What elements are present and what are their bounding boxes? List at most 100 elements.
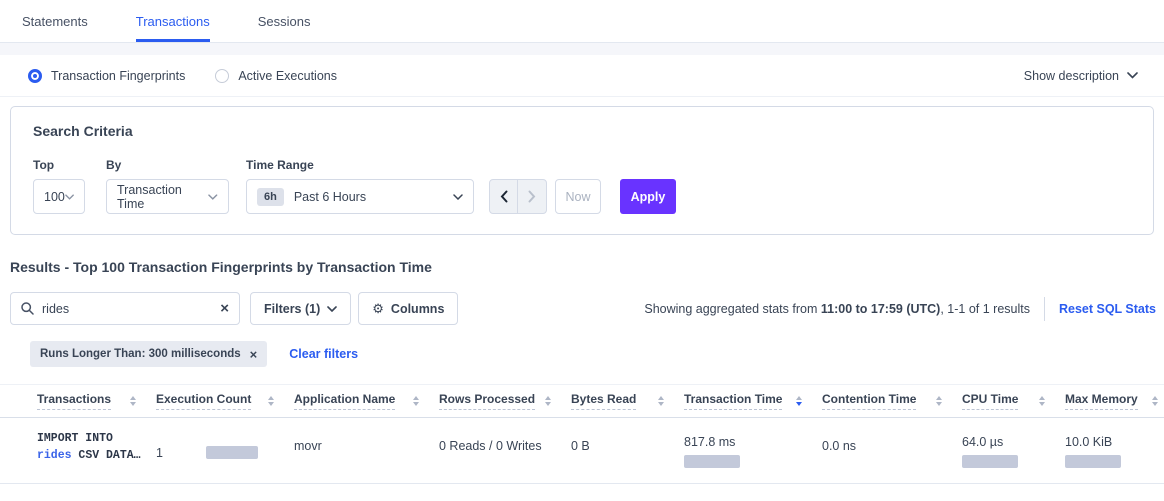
apply-button[interactable]: Apply — [620, 179, 676, 214]
aggregated-stats-text: Showing aggregated stats from 11:00 to 1… — [644, 302, 1030, 316]
top-select[interactable]: 100 — [33, 179, 85, 214]
column-header-transaction-time[interactable]: Transaction Time — [684, 392, 822, 410]
clear-search-icon[interactable]: × — [220, 301, 229, 316]
gear-icon: ⚙ — [372, 301, 384, 317]
search-input[interactable] — [42, 302, 212, 316]
remove-filter-icon[interactable]: × — [250, 348, 258, 361]
chevron-down-icon — [453, 194, 463, 200]
column-header-label: CPU Time — [962, 392, 1018, 410]
radio-active-executions-label: Active Executions — [238, 69, 337, 83]
cpu-time-bar — [962, 455, 1018, 468]
table-row: IMPORT INTO rides CSV DATA… 1 movr 0 Rea… — [0, 418, 1164, 484]
column-header-contention-time[interactable]: Contention Time — [822, 392, 962, 410]
filter-chip-label: Runs Longer Than: 300 milliseconds — [40, 348, 241, 360]
radio-transaction-fingerprints[interactable]: Transaction Fingerprints — [28, 69, 185, 83]
transaction-table-name: rides — [37, 449, 72, 462]
stats-time-range: 11:00 to 17:59 (UTC) — [821, 302, 940, 316]
tab-statements[interactable]: Statements — [22, 0, 88, 42]
time-range-value: Past 6 Hours — [294, 190, 366, 204]
column-header-bytes-read[interactable]: Bytes Read — [571, 392, 684, 410]
tab-transactions[interactable]: Transactions — [136, 0, 210, 42]
by-label: By — [106, 158, 246, 172]
execution-count-bar — [206, 446, 258, 459]
chevron-down-icon — [327, 306, 337, 312]
radio-selected-icon[interactable] — [28, 69, 42, 83]
time-range-select[interactable]: 6h Past 6 Hours — [246, 179, 474, 214]
sort-icon-active-desc[interactable] — [796, 396, 802, 406]
rows-processed-cell: 0 Reads / 0 Writes — [439, 430, 571, 468]
column-header-label: Application Name — [294, 392, 395, 410]
cpu-time-value: 64.0 µs — [962, 435, 1065, 449]
transaction-time-value: 817.8 ms — [684, 435, 822, 449]
max-memory-cell: 10.0 KiB — [1065, 430, 1164, 468]
sort-icon[interactable] — [268, 396, 274, 406]
chevron-right-icon — [528, 190, 536, 203]
application-name-cell: movr — [294, 430, 439, 468]
table-header-row: Transactions Execution Count Application… — [0, 385, 1164, 418]
column-header-application-name[interactable]: Application Name — [294, 392, 439, 410]
by-select[interactable]: Transaction Time — [106, 179, 229, 214]
search-icon — [21, 302, 34, 315]
columns-button-label: Columns — [391, 302, 444, 316]
column-header-label: Bytes Read — [571, 392, 636, 410]
chevron-down-icon — [208, 194, 218, 200]
transaction-statement-line2: rides CSV DATA… — [37, 447, 156, 464]
tab-sessions[interactable]: Sessions — [258, 0, 311, 42]
contention-time-cell: 0.0 ns — [822, 430, 962, 468]
time-range-label: Time Range — [246, 158, 489, 172]
column-header-execution-count[interactable]: Execution Count — [156, 392, 294, 410]
page-tabbar: Statements Transactions Sessions — [0, 0, 1164, 43]
column-header-max-memory[interactable]: Max Memory — [1065, 392, 1164, 410]
transaction-time-bar — [684, 455, 740, 468]
active-filters-row: Runs Longer Than: 300 milliseconds × Cle… — [30, 341, 1164, 367]
cpu-time-cell: 64.0 µs — [962, 430, 1065, 468]
transaction-statement-rest: CSV DATA… — [72, 449, 141, 462]
sort-icon[interactable] — [130, 396, 136, 406]
column-header-cpu-time[interactable]: CPU Time — [962, 392, 1065, 410]
transaction-fingerprint-link[interactable]: IMPORT INTO rides CSV DATA… — [37, 430, 156, 468]
sort-icon[interactable] — [545, 396, 551, 406]
transaction-statement-line1: IMPORT INTO — [37, 430, 156, 447]
sort-icon[interactable] — [658, 396, 664, 406]
now-button[interactable]: Now — [555, 179, 601, 214]
column-header-label: Contention Time — [822, 392, 916, 410]
section-gap — [0, 43, 1164, 55]
sort-icon[interactable] — [1152, 396, 1158, 406]
search-criteria-card: Search Criteria Top 100 By Transaction T… — [10, 106, 1154, 235]
next-time-range-button[interactable] — [518, 180, 546, 213]
chevron-left-icon — [500, 190, 508, 203]
column-header-label: Execution Count — [156, 392, 251, 410]
chevron-down-icon — [1127, 72, 1138, 79]
sort-icon[interactable] — [936, 396, 942, 406]
execution-count-cell: 1 — [156, 430, 294, 468]
column-header-label: Rows Processed — [439, 392, 535, 410]
previous-time-range-button[interactable] — [490, 180, 518, 213]
column-header-rows-processed[interactable]: Rows Processed — [439, 392, 571, 410]
view-toggle-row: Transaction Fingerprints Active Executio… — [0, 55, 1164, 97]
column-header-label: Max Memory — [1065, 392, 1138, 410]
results-search-box[interactable]: × — [10, 292, 240, 325]
radio-unselected-icon[interactable] — [215, 69, 229, 83]
columns-button[interactable]: ⚙ Columns — [358, 292, 458, 325]
results-heading: Results - Top 100 Transaction Fingerprin… — [10, 259, 1164, 275]
bytes-read-cell: 0 B — [571, 430, 684, 468]
reset-sql-stats-link[interactable]: Reset SQL Stats — [1059, 302, 1156, 316]
sort-icon[interactable] — [413, 396, 419, 406]
filters-button[interactable]: Filters (1) — [250, 292, 351, 325]
sort-icon[interactable] — [1039, 396, 1045, 406]
stats-prefix: Showing aggregated stats from — [644, 302, 821, 316]
top-select-value: 100 — [44, 190, 65, 204]
transaction-time-cell: 817.8 ms — [684, 430, 822, 468]
results-table: Transactions Execution Count Application… — [0, 384, 1164, 484]
show-description-toggle[interactable]: Show description — [1024, 69, 1138, 83]
column-header-label: Transactions — [37, 392, 111, 410]
time-range-arrows — [489, 179, 547, 214]
clear-filters-link[interactable]: Clear filters — [289, 347, 358, 361]
column-header-transactions[interactable]: Transactions — [37, 392, 156, 410]
by-select-value: Transaction Time — [117, 183, 208, 211]
time-range-badge: 6h — [257, 188, 284, 206]
execution-count-value: 1 — [156, 446, 206, 460]
vertical-divider — [1044, 297, 1045, 321]
filters-button-label: Filters (1) — [264, 302, 320, 316]
radio-active-executions[interactable]: Active Executions — [215, 69, 337, 83]
